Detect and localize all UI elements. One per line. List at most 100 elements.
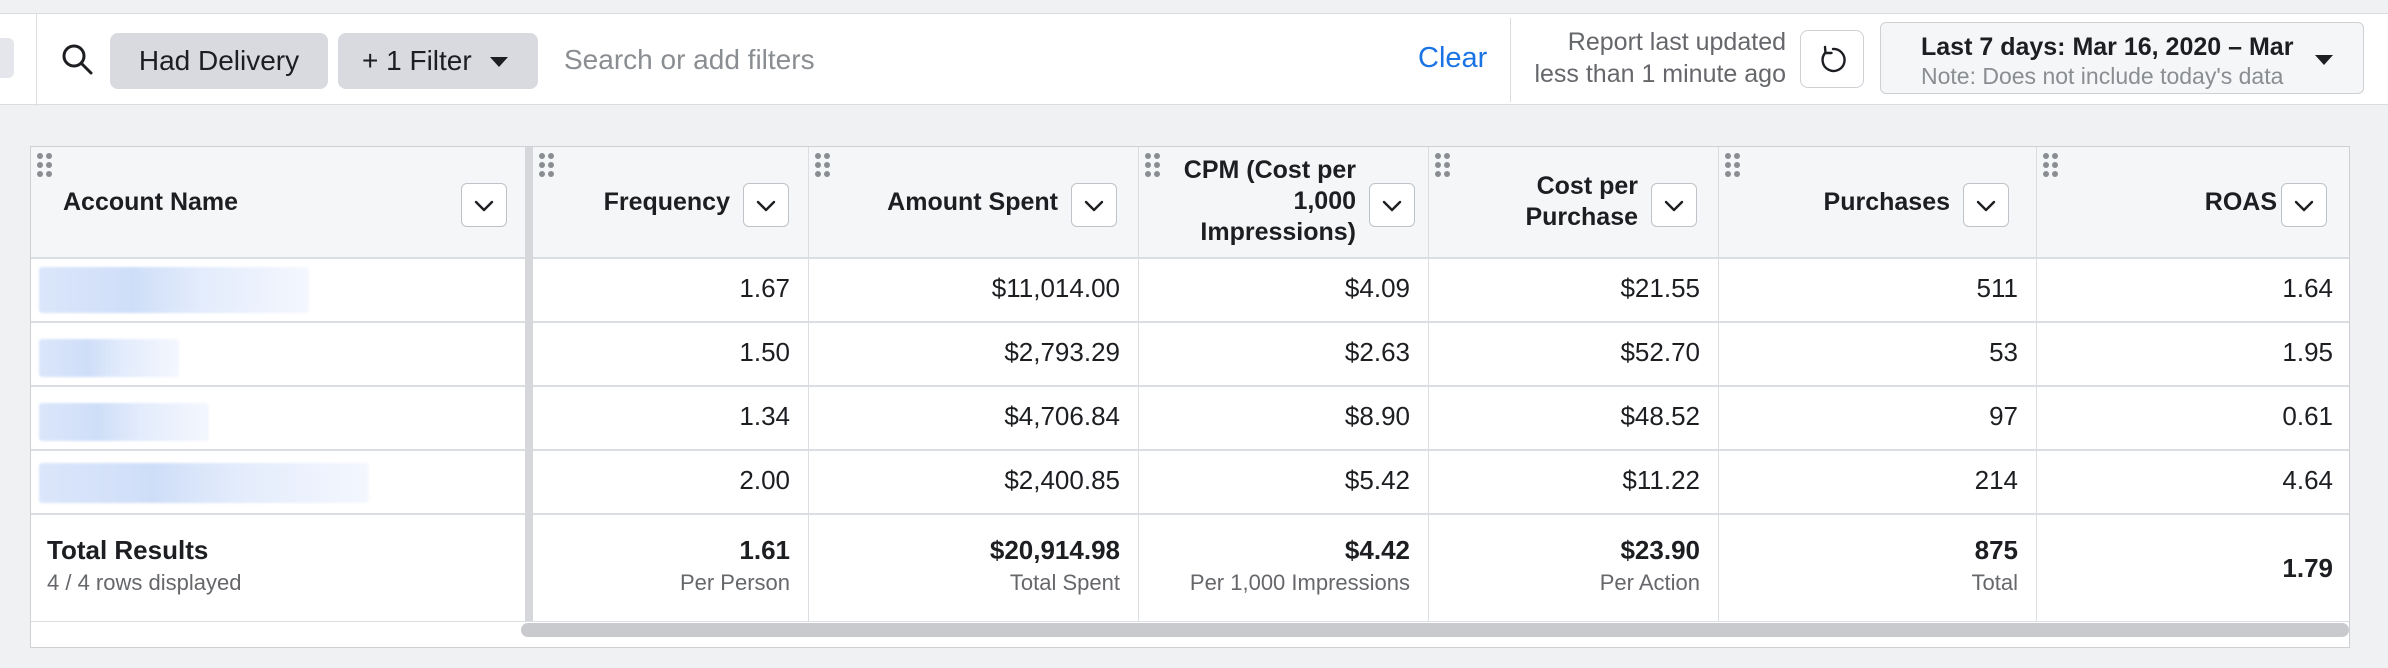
table-row[interactable]: $48.52 [1429,387,1718,451]
chevron-down-icon [1084,200,1104,212]
header-label: Frequency [603,188,730,216]
table-row[interactable]: 1.50 [533,323,808,387]
column-frequency: Frequency 1.67 1.50 1.34 2.00 1.61 Per P… [533,147,809,621]
table-row[interactable] [31,451,530,515]
drag-handle-icon[interactable] [815,153,831,177]
refresh-button[interactable] [1800,30,1864,88]
purchases-value: 53 [1989,337,2018,367]
drag-handle-icon[interactable] [1145,153,1161,177]
column-cpm: CPM (Cost per 1,000 Impressions) $4.09 $… [1139,147,1429,621]
total-frequency: 1.61 [739,535,790,565]
table-row[interactable]: $4.09 [1139,259,1428,323]
table-row[interactable]: $8.90 [1139,387,1428,451]
chevron-down-icon [1976,200,1996,212]
table-row[interactable]: 1.34 [533,387,808,451]
table-row[interactable]: 1.67 [533,259,808,323]
table-row[interactable]: 214 [1719,451,2036,515]
left-panel-edge[interactable] [0,38,14,78]
frequency-value: 1.34 [739,401,790,431]
cost-per-purchase-value: $21.55 [1620,273,1700,303]
total-cpm-cell: $4.42 Per 1,000 Impressions [1139,515,1428,619]
amount-spent-value: $4,706.84 [1004,401,1120,431]
updated-line-2: less than 1 minute ago [1534,60,1786,88]
header-roas: ROAS [2037,147,2349,259]
table-row[interactable]: 2.00 [533,451,808,515]
header-cost-per-purchase: Cost per Purchase [1429,147,1718,259]
table-row[interactable]: $4,706.84 [809,387,1138,451]
horizontal-scrollbar[interactable] [521,623,2349,637]
table-row[interactable]: $2,793.29 [809,323,1138,387]
column-menu-button[interactable] [1071,183,1117,227]
roas-value: 1.64 [2282,273,2333,303]
cost-per-purchase-value: $52.70 [1620,337,1700,367]
divider [36,14,37,106]
table-row[interactable]: $11,014.00 [809,259,1138,323]
purchases-value: 511 [1976,273,2018,303]
table-row[interactable] [31,387,530,451]
total-amount-spent-cell: $20,914.98 Total Spent [809,515,1138,619]
drag-handle-icon[interactable] [539,153,555,177]
column-menu-button[interactable] [1651,183,1697,227]
header-label-line: Purchase [1525,203,1638,231]
amount-spent-value: $11,014.00 [991,273,1120,303]
drag-handle-icon[interactable] [37,153,53,177]
caret-down-icon [490,57,508,67]
date-range-picker[interactable]: Last 7 days: Mar 16, 2020 – Mar Note: Do… [1880,22,2364,94]
table-row[interactable]: 1.64 [2037,259,2349,323]
updated-line-1: Report last updated [1567,28,1786,56]
chevron-down-icon [2294,200,2314,212]
had-delivery-chip[interactable]: Had Delivery [110,33,328,89]
divider [1510,18,1511,102]
column-menu-button[interactable] [461,183,507,227]
column-menu-button[interactable] [2281,183,2327,227]
table-row[interactable]: 1.95 [2037,323,2349,387]
account-name-redacted [39,463,369,503]
column-account-name: Account Name Total Results 4 / 4 rows di… [31,147,531,621]
cpm-value: $5.42 [1344,465,1410,495]
table-row[interactable]: $5.42 [1139,451,1428,515]
frozen-column-divider [525,147,533,621]
table-row[interactable]: 0.61 [2037,387,2349,451]
column-roas: ROAS 1.64 1.95 0.61 4.64 1.79 [2037,147,2349,621]
table-row[interactable]: $52.70 [1429,323,1718,387]
cpm-value: $4.09 [1344,273,1410,303]
column-menu-button[interactable] [1963,183,2009,227]
purchases-value: 214 [1974,465,2018,495]
table-row[interactable]: $2.63 [1139,323,1428,387]
table-row[interactable]: 53 [1719,323,2036,387]
table-row[interactable]: 97 [1719,387,2036,451]
table-row[interactable]: $11.22 [1429,451,1718,515]
header-account-name: Account Name [31,147,530,259]
table-row[interactable] [31,323,530,387]
header-label: Amount Spent [887,188,1058,216]
search-input[interactable] [564,40,1304,80]
header-label: Cost per Purchase [1525,171,1638,233]
table-row[interactable]: 4.64 [2037,451,2349,515]
total-purchases-cell: 875 Total [1719,515,2036,619]
account-name-redacted [39,267,309,313]
drag-handle-icon[interactable] [1725,153,1741,177]
amount-spent-value: $2,793.29 [1004,337,1120,367]
header-label-line: CPM (Cost per [1183,156,1356,184]
drag-handle-icon[interactable] [2043,153,2059,177]
total-cpm-sub: Per 1,000 Impressions [1189,570,1410,595]
column-menu-button[interactable] [743,183,789,227]
table-row[interactable] [31,259,530,323]
chevron-down-icon [474,200,494,212]
roas-value: 1.95 [2282,337,2333,367]
drag-handle-icon[interactable] [1435,153,1451,177]
table-row[interactable]: $2,400.85 [809,451,1138,515]
total-cost-per-purchase-sub: Per Action [1599,570,1700,595]
filter-bar: Had Delivery + 1 Filter Clear Report las… [0,13,2388,106]
search-icon[interactable] [60,42,94,76]
chevron-down-icon [1664,200,1684,212]
header-label: ROAS [2204,188,2277,216]
header-amount-spent: Amount Spent [809,147,1138,259]
clear-button[interactable]: Clear [1418,42,1487,75]
column-purchases: Purchases 511 53 97 214 875 Total [1719,147,2037,621]
table-row[interactable]: $21.55 [1429,259,1718,323]
add-filter-chip[interactable]: + 1 Filter [338,33,538,89]
column-menu-button[interactable] [1369,183,1415,227]
table-row[interactable]: 511 [1719,259,2036,323]
total-cost-per-purchase: $23.90 [1620,535,1700,565]
